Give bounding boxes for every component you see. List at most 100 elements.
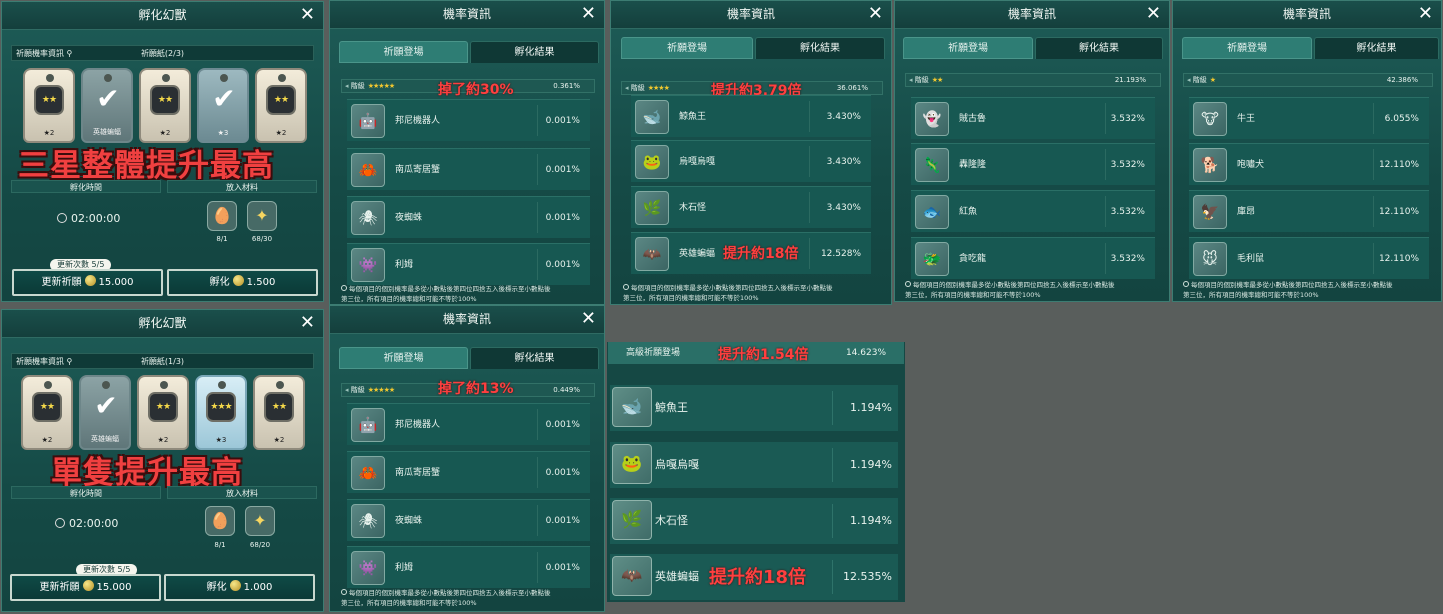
grade-bar[interactable]: ◂ 階級 ★ 42.386% xyxy=(1183,73,1433,87)
material-egg[interactable]: 🥚 xyxy=(205,506,235,536)
annotation-note: 提升約18倍 xyxy=(723,246,799,262)
tab-hatch-result[interactable]: 孵化結果 xyxy=(470,347,599,369)
tag-label: 英雄蝙蝠 xyxy=(93,128,121,136)
tab-wish-appearance[interactable]: 祈願登場 xyxy=(621,37,753,59)
tab-wish-appearance[interactable]: 祈願登場 xyxy=(1182,37,1312,59)
item-percent: 12.535% xyxy=(843,570,892,583)
grade-stars: ★★★★★ xyxy=(367,82,395,90)
tag-stars: ★★ xyxy=(266,85,296,115)
item-percent: 3.532% xyxy=(1110,114,1145,124)
avatar: 🌿 xyxy=(612,500,652,540)
item-percent: 0.001% xyxy=(545,468,580,478)
avatar: 🦀 xyxy=(351,153,385,187)
wish-tag-4[interactable]: ★★★ ★3 xyxy=(195,375,247,450)
list-item: 🐋 鯨魚王 3.430% xyxy=(631,95,871,137)
avatar: 👾 xyxy=(351,551,385,585)
annotation-note: 掉了約13% xyxy=(438,381,514,397)
tag-hole xyxy=(46,74,54,82)
grade-stars: ★★★★ xyxy=(647,84,670,92)
tab-hatch-result[interactable]: 孵化結果 xyxy=(470,41,599,63)
material-egg[interactable]: 🥚 xyxy=(207,201,237,231)
hatch-button[interactable]: 孵化 1.500 xyxy=(167,269,318,296)
wish-tag-2[interactable]: ✔ 英雄蝙蝠 xyxy=(81,68,133,143)
wish-tag-3[interactable]: ★★ ★2 xyxy=(139,68,191,143)
tab-wish-appearance[interactable]: 祈願登場 xyxy=(339,347,468,369)
wish-tag-5[interactable]: ★★ ★2 xyxy=(253,375,305,450)
avatar: 🐕 xyxy=(1193,148,1227,182)
item-name: 南瓜寄居蟹 xyxy=(395,468,441,478)
close-icon[interactable]: ✕ xyxy=(581,3,596,25)
coin-icon xyxy=(82,580,94,591)
list-item: 🦎 轟隆隆 3.532% xyxy=(911,143,1155,185)
list-item: 🌿 木石怪 3.430% xyxy=(631,186,871,228)
hatch-panel-top: 孵化幻獸 ✕ 祈願機率資訊 ⚲ 祈願紙(2/3) ★★ ★2 ✔ 英雄蝙蝠 ★★ ★2… xyxy=(1,1,324,302)
item-percent: 12.110% xyxy=(1378,254,1419,264)
item-percent: 0.001% xyxy=(545,213,580,223)
refresh-wish-button[interactable]: 更新祈願 15.000 xyxy=(12,269,163,296)
footer-note: 每個項目的個別機率最多從小數點後第四位四捨五入後標示至小數點後 第三位，所有項目的… xyxy=(341,589,551,607)
material-star[interactable]: ✦ xyxy=(247,201,277,231)
wish-tag-5[interactable]: ★★ ★2 xyxy=(255,68,307,143)
close-icon[interactable]: ✕ xyxy=(868,3,883,25)
close-icon[interactable]: ✕ xyxy=(1418,3,1433,25)
wish-tag-4[interactable]: ✔ ★3 xyxy=(197,68,249,143)
grade-bar[interactable]: ◂ 階級 ★★ 21.193% xyxy=(905,73,1161,87)
list-item: 🐕 咆嘯犬 12.110% xyxy=(1189,143,1429,185)
coin-icon xyxy=(84,275,96,286)
tag-label: ★3 xyxy=(215,436,227,444)
item-name: 轟隆隆 xyxy=(959,160,987,170)
avatar: 🕷 xyxy=(351,201,385,235)
time-label: 孵化時間 xyxy=(11,180,161,193)
check-icon: ✔ xyxy=(212,82,236,115)
item-percent: 0.001% xyxy=(545,516,580,526)
item-name: 英雄蝙蝠 xyxy=(679,249,716,259)
tab-hatch-result[interactable]: 孵化結果 xyxy=(755,37,885,59)
tab-hatch-result[interactable]: 孵化結果 xyxy=(1035,37,1163,59)
collapse-icon: ◂ xyxy=(625,84,629,92)
tag-hole xyxy=(276,381,284,389)
footer-note: 每個項目的個別機率最多從小數點後第四位四捨五入後標示至小數點後 第三位，所有項目的… xyxy=(623,284,833,302)
close-icon[interactable]: ✕ xyxy=(300,312,315,334)
tag-label: ★3 xyxy=(217,129,229,137)
panel-title: 機率資訊 xyxy=(895,1,1169,29)
clock-icon xyxy=(57,213,67,223)
close-icon[interactable]: ✕ xyxy=(1146,3,1161,25)
tag-hole xyxy=(44,381,52,389)
avatar: 🐸 xyxy=(635,145,669,179)
tag-stars: ★★ xyxy=(32,392,62,422)
tag-label: ★2 xyxy=(273,436,285,444)
list-item: 🌿 木石怪 1.194% xyxy=(610,498,898,544)
list-item: 👻 賊古魯 3.532% xyxy=(911,97,1155,139)
material-star[interactable]: ✦ xyxy=(245,506,275,536)
close-icon[interactable]: ✕ xyxy=(300,4,315,26)
avatar: 🐭 xyxy=(1193,242,1227,276)
tag-hole xyxy=(160,381,168,389)
wish-tag-2[interactable]: ✔ 英雄蝙蝠 xyxy=(79,375,131,450)
hatch-button[interactable]: 孵化 1.000 xyxy=(164,574,315,601)
wish-tag-3[interactable]: ★★ ★2 xyxy=(137,375,189,450)
close-icon[interactable]: ✕ xyxy=(581,308,596,330)
overlay-caption: 三星整體提升最高 xyxy=(18,148,274,184)
tag-label: ★2 xyxy=(43,129,55,137)
wish-tag-1[interactable]: ★★ ★2 xyxy=(21,375,73,450)
avatar: 🌿 xyxy=(635,191,669,225)
item-name: 利姆 xyxy=(395,563,414,573)
info-icon xyxy=(1183,281,1189,287)
probability-panel-1: 機率資訊 ✕ 祈願登場 孵化結果 ◂ 階級 ★★★★★ 0.361% 掉了約30% … xyxy=(329,0,605,305)
avatar: 🤖 xyxy=(351,104,385,138)
list-item: 🐮 牛王 6.055% xyxy=(1189,97,1429,139)
tab-wish-appearance[interactable]: 祈願登場 xyxy=(339,41,468,63)
tab-wish-appearance[interactable]: 祈願登場 xyxy=(903,37,1033,59)
tag-hole xyxy=(220,74,228,82)
wish-tag-1[interactable]: ★★ ★2 xyxy=(23,68,75,143)
item-name: 鯨魚王 xyxy=(679,112,707,122)
refresh-wish-button[interactable]: 更新祈願 15.000 xyxy=(10,574,161,601)
info-icon xyxy=(905,281,911,287)
material-qty: 68/20 xyxy=(249,541,271,549)
item-percent: 1.194% xyxy=(850,514,892,527)
material-qty: 8/1 xyxy=(214,541,226,549)
list-item: 🐋 鯨魚王 1.194% xyxy=(610,385,898,431)
tab-hatch-result[interactable]: 孵化結果 xyxy=(1314,37,1439,59)
info-icon xyxy=(623,284,629,290)
tag-label: 英雄蝙蝠 xyxy=(91,435,119,443)
